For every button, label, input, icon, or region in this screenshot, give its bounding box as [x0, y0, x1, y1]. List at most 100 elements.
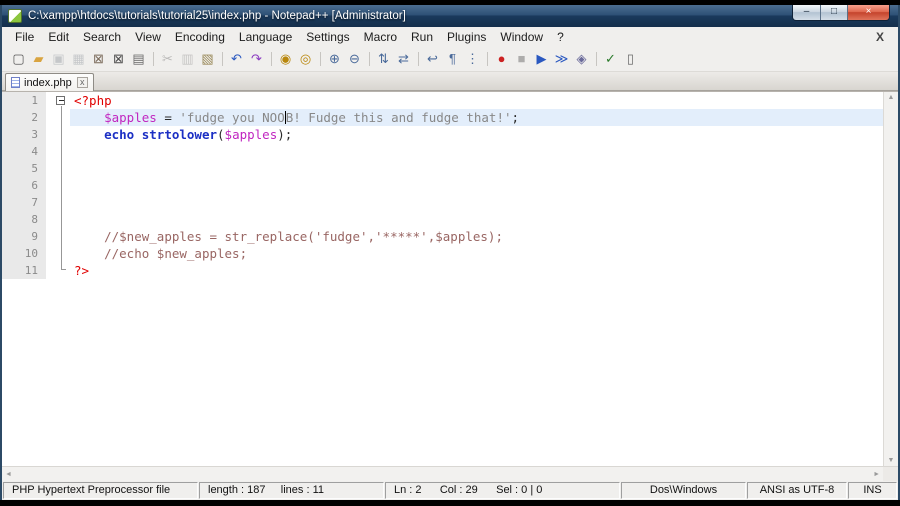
- play-macro-icon[interactable]: ▶: [532, 50, 551, 69]
- menu-view[interactable]: View: [128, 27, 168, 47]
- open-folder-icon[interactable]: ▰: [29, 50, 48, 69]
- notepad-plus-plus-window: C:\xampp\htdocs\tutorials\tutorial25\ind…: [0, 5, 900, 500]
- indent-guide-icon[interactable]: ⋮: [463, 50, 482, 69]
- scroll-down-icon[interactable]: ▼: [888, 457, 895, 464]
- code-line-10[interactable]: 10 //echo $new_apples;: [2, 245, 883, 262]
- scroll-left-icon[interactable]: ◄: [5, 471, 12, 478]
- sync-vertical-icon[interactable]: ⇅: [374, 50, 393, 69]
- code-line-11[interactable]: 11 ?>: [2, 262, 883, 279]
- code-line-7[interactable]: 7: [2, 194, 883, 211]
- toolbar-separator: [418, 52, 419, 66]
- stop-macro-icon[interactable]: ■: [512, 50, 531, 69]
- scroll-up-icon[interactable]: ▲: [888, 94, 895, 101]
- record-macro-icon[interactable]: ●: [492, 50, 511, 69]
- zoom-in-icon[interactable]: ⊕: [325, 50, 344, 69]
- fold-margin: [46, 194, 70, 211]
- redo-icon[interactable]: ↷: [247, 50, 266, 69]
- code-line-3[interactable]: 3 echo strtolower($apples);: [2, 126, 883, 143]
- toolbar-separator: [222, 52, 223, 66]
- toolbar-separator: [369, 52, 370, 66]
- fold-margin: [46, 109, 70, 126]
- word-wrap-icon[interactable]: ↩: [423, 50, 442, 69]
- code-text: $apples = 'fudge you NOOB! Fudge this an…: [70, 109, 883, 126]
- editor-lines[interactable]: 1 <?php 2 $apples = 'fudge you NOOB! Fudge…: [2, 92, 883, 466]
- tab-index-php[interactable]: index.php x: [5, 73, 94, 91]
- cut-icon[interactable]: ✂: [158, 50, 177, 69]
- line-number: 7: [2, 194, 46, 211]
- fold-margin: [46, 143, 70, 160]
- code-line-8[interactable]: 8: [2, 211, 883, 228]
- fold-margin: [46, 228, 70, 245]
- code-line-1[interactable]: 1 <?php: [2, 92, 883, 109]
- close-all-icon[interactable]: ⊠: [109, 50, 128, 69]
- replace-icon[interactable]: ◎: [296, 50, 315, 69]
- menu-language[interactable]: Language: [232, 27, 299, 47]
- close-button[interactable]: ×: [847, 5, 889, 20]
- tab-close-icon[interactable]: x: [76, 77, 88, 88]
- title-bar[interactable]: C:\xampp\htdocs\tutorials\tutorial25\ind…: [2, 5, 898, 27]
- fold-toggle-icon[interactable]: [46, 92, 70, 109]
- minimize-button[interactable]: –: [793, 5, 820, 20]
- find-icon[interactable]: ◉: [276, 50, 295, 69]
- horizontal-scrollbar[interactable]: ◄ ►: [2, 467, 883, 481]
- save-all-icon[interactable]: ▦: [69, 50, 88, 69]
- toolbar: ▢ ▰ ▣ ▦ ⊠ ⊠ ▤ ✂ ▥ ▧ ↶ ↷ ◉ ◎ ⊕ ⊖ ⇅ ⇄ ↩ ¶ ⋮ ● ■ ▶ ≫ ◈ ✓ ▯: [2, 47, 898, 72]
- save-macro-icon[interactable]: ◈: [572, 50, 591, 69]
- menu-help[interactable]: ?: [550, 27, 571, 47]
- toolbar-separator: [487, 52, 488, 66]
- zoom-out-icon[interactable]: ⊖: [345, 50, 364, 69]
- menu-edit[interactable]: Edit: [41, 27, 76, 47]
- line-number: 3: [2, 126, 46, 143]
- window-controls: – □ ×: [792, 5, 890, 21]
- horizontal-scrollbar-row: ◄ ►: [2, 466, 898, 481]
- code-text: //$new_apples = str_replace('fudge','***…: [104, 229, 503, 244]
- fold-margin: [46, 160, 70, 177]
- fold-margin: [46, 126, 70, 143]
- print-icon[interactable]: ▤: [129, 50, 148, 69]
- paste-icon[interactable]: ▧: [198, 50, 217, 69]
- menu-file[interactable]: File: [8, 27, 41, 47]
- copy-icon[interactable]: ▥: [178, 50, 197, 69]
- code-line-5[interactable]: 5: [2, 160, 883, 177]
- menu-close-button[interactable]: X: [872, 27, 888, 47]
- menu-encoding[interactable]: Encoding: [168, 27, 232, 47]
- vertical-scrollbar[interactable]: ▲ ▼: [883, 92, 898, 466]
- menu-search[interactable]: Search: [76, 27, 128, 47]
- undo-icon[interactable]: ↶: [227, 50, 246, 69]
- code-line-6[interactable]: 6: [2, 177, 883, 194]
- line-number: 2: [2, 109, 46, 126]
- status-encoding[interactable]: ANSI as UTF-8: [747, 482, 847, 499]
- show-all-characters-icon[interactable]: ¶: [443, 50, 462, 69]
- save-icon[interactable]: ▣: [49, 50, 68, 69]
- sync-horizontal-icon[interactable]: ⇄: [394, 50, 413, 69]
- code-text: echo strtolower($apples);: [104, 127, 293, 142]
- menu-macro[interactable]: Macro: [357, 27, 404, 47]
- new-file-icon[interactable]: ▢: [9, 50, 28, 69]
- status-eol-format[interactable]: Dos\Windows: [621, 482, 746, 499]
- close-file-icon[interactable]: ⊠: [89, 50, 108, 69]
- fold-margin: [46, 211, 70, 228]
- code-line-9[interactable]: 9 //$new_apples = str_replace('fudge','*…: [2, 228, 883, 245]
- menu-items: File Edit Search View Encoding Language Settin…: [2, 27, 571, 47]
- spell-check-icon[interactable]: ✓: [601, 50, 620, 69]
- status-insert-mode[interactable]: INS: [848, 482, 897, 499]
- status-length-lines[interactable]: length : 187 lines : 11: [199, 482, 384, 499]
- code-line-4[interactable]: 4: [2, 143, 883, 160]
- run-macro-multiple-icon[interactable]: ≫: [552, 50, 571, 69]
- toolbar-separator: [320, 52, 321, 66]
- scroll-right-icon[interactable]: ►: [873, 471, 880, 478]
- status-file-type[interactable]: PHP Hypertext Preprocessor file: [3, 482, 198, 499]
- maximize-button[interactable]: □: [820, 5, 847, 20]
- notepad-plus-plus-icon[interactable]: [8, 9, 22, 23]
- menu-plugins[interactable]: Plugins: [440, 27, 493, 47]
- menu-window[interactable]: Window: [493, 27, 550, 47]
- menu-run[interactable]: Run: [404, 27, 440, 47]
- status-cursor-position[interactable]: Ln : 2 Col : 29 Sel : 0 | 0: [385, 482, 620, 499]
- code-line-2[interactable]: 2 $apples = 'fudge you NOOB! Fudge this …: [2, 109, 883, 126]
- menu-settings[interactable]: Settings: [299, 27, 356, 47]
- document-map-icon[interactable]: ▯: [621, 50, 640, 69]
